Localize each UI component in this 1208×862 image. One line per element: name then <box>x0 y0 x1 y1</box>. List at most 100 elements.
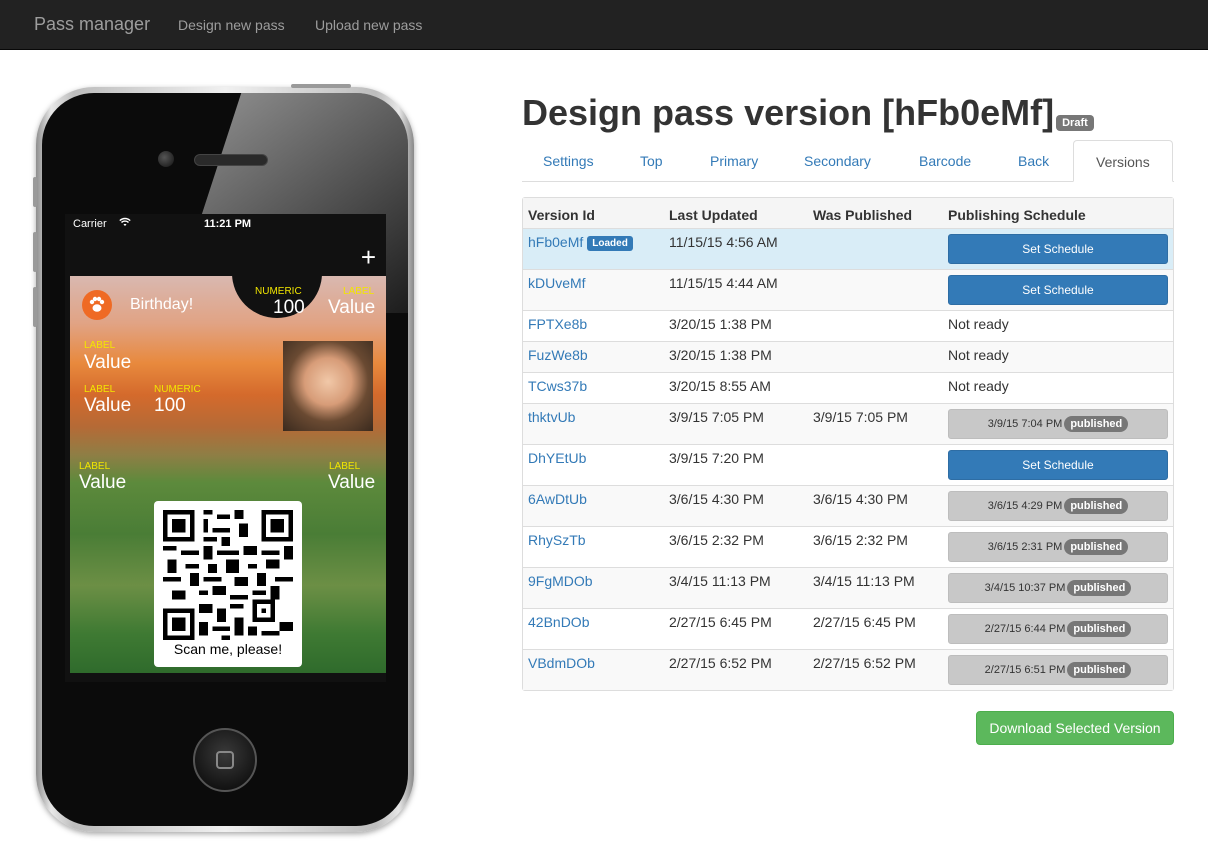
scheduled-publish-button[interactable]: 3/4/15 10:37 PM published <box>948 572 1168 603</box>
published-badge: published <box>1067 620 1132 637</box>
last-updated-cell: 3/6/15 2:32 PM <box>664 525 808 567</box>
auxiliary-label-1: LABEL <box>79 461 111 472</box>
carrier-label: Carrier <box>73 218 107 230</box>
version-id-link[interactable]: RhySzTb <box>528 532 586 548</box>
front-camera <box>158 151 174 167</box>
last-updated-cell: 2/27/15 6:52 PM <box>664 648 808 690</box>
secondary-label-2: NUMERIC <box>154 384 201 395</box>
table-row[interactable]: FPTXe8b 3/20/15 1:38 PM Not ready <box>523 309 1173 341</box>
nav-design-new-pass[interactable]: Design new pass <box>178 17 285 33</box>
version-id-link[interactable]: VBdmDOb <box>528 655 595 671</box>
published-badge: published <box>1064 497 1129 514</box>
pass-preview: Birthday! NUMERIC 100 LABEL Value LABEL … <box>70 276 386 673</box>
version-id-link[interactable]: DhYEtUb <box>528 450 586 466</box>
nav-upload-new-pass[interactable]: Upload new pass <box>315 17 422 33</box>
last-updated-cell: 3/9/15 7:20 PM <box>664 443 808 485</box>
header-label-numeric: NUMERIC <box>255 286 302 297</box>
version-id-link[interactable]: FPTXe8b <box>528 316 587 332</box>
tab-versions[interactable]: Versions <box>1073 140 1173 182</box>
was-published-cell <box>808 443 943 485</box>
tab-primary[interactable]: Primary <box>710 153 758 169</box>
was-published-cell: 2/27/15 6:52 PM <box>808 648 943 690</box>
design-tabs: Settings Top Primary Secondary Barcode B… <box>522 140 1174 182</box>
column-header-last-updated: Last Updated <box>664 198 808 228</box>
table-row[interactable]: FuzWe8b 3/20/15 1:38 PM Not ready <box>523 340 1173 372</box>
table-row[interactable]: 6AwDtUb 3/6/15 4:30 PM 3/6/15 4:30 PM 3/6/1… <box>523 484 1173 526</box>
schedule-date: 3/4/15 10:37 PM <box>984 581 1066 594</box>
wifi-icon <box>119 217 131 230</box>
loaded-badge: Loaded <box>587 235 633 251</box>
table-row[interactable]: thktvUb 3/9/15 7:05 PM 3/9/15 7:05 PM 3/9/1… <box>523 402 1173 444</box>
auxiliary-value-1: Value <box>79 472 127 493</box>
last-updated-cell: 3/20/15 8:55 AM <box>664 371 808 403</box>
download-selected-version-button[interactable]: Download Selected Version <box>976 711 1174 745</box>
tab-back[interactable]: Back <box>1018 153 1049 169</box>
scheduled-publish-button[interactable]: 3/6/15 2:31 PM published <box>948 531 1168 562</box>
pass-logo-text: Birthday! <box>130 296 194 313</box>
scheduled-publish-button[interactable]: 3/6/15 4:29 PM published <box>948 490 1168 521</box>
was-published-cell <box>808 340 943 372</box>
scheduled-publish-button[interactable]: 3/9/15 7:04 PM published <box>948 408 1168 439</box>
published-badge: published <box>1064 538 1129 555</box>
header-value: Value <box>328 297 376 318</box>
was-published-cell: 3/6/15 2:32 PM <box>808 525 943 567</box>
version-id-link[interactable]: 6AwDtUb <box>528 491 587 507</box>
set-schedule-button[interactable]: Set Schedule <box>948 274 1168 305</box>
version-id-link[interactable]: hFb0eMf <box>528 234 583 250</box>
header-label: LABEL <box>343 286 375 297</box>
table-row[interactable]: DhYEtUb 3/9/15 7:20 PM Set Schedule <box>523 443 1173 485</box>
version-id-link[interactable]: 42BnDOb <box>528 614 589 630</box>
column-header-was-published: Was Published <box>808 198 943 228</box>
was-published-cell <box>808 227 943 269</box>
header-value-numeric: 100 <box>273 297 305 318</box>
scheduled-publish-button[interactable]: 2/27/15 6:51 PM published <box>948 654 1168 685</box>
barcode-alt-text: Scan me, please! <box>173 641 283 657</box>
was-published-cell: 2/27/15 6:45 PM <box>808 607 943 649</box>
schedule-date: 3/6/15 2:31 PM <box>987 540 1063 553</box>
set-schedule-button[interactable]: Set Schedule <box>948 449 1168 480</box>
page-title-text: Design pass version [hFb0eMf] <box>522 92 1055 133</box>
schedule-status-cell: Not ready <box>943 309 1173 341</box>
set-schedule-button[interactable]: Set Schedule <box>948 233 1168 264</box>
version-id-link[interactable]: 9FgMDOb <box>528 573 593 589</box>
status-time: 11:21 PM <box>204 218 252 230</box>
barcode-card: Scan me, please! <box>154 501 302 667</box>
published-badge: published <box>1064 415 1129 432</box>
version-id-link[interactable]: FuzWe8b <box>528 347 588 363</box>
was-published-cell <box>808 309 943 341</box>
last-updated-cell: 3/20/15 1:38 PM <box>664 340 808 372</box>
thumbnail-photo <box>283 341 373 431</box>
brand-link[interactable]: Pass manager <box>34 14 150 35</box>
table-row[interactable]: 42BnDOb 2/27/15 6:45 PM 2/27/15 6:45 PM 2/2… <box>523 607 1173 649</box>
version-id-link[interactable]: thktvUb <box>528 409 575 425</box>
column-header-publishing-schedule: Publishing Schedule <box>943 198 1173 228</box>
add-pass-icon[interactable]: + <box>361 244 376 270</box>
last-updated-cell: 3/9/15 7:05 PM <box>664 402 808 444</box>
table-row[interactable]: RhySzTb 3/6/15 2:32 PM 3/6/15 2:32 PM 3/6/1… <box>523 525 1173 567</box>
was-published-cell <box>808 268 943 310</box>
phone-front: Carrier 11:21 PM + Birthday! NUMERIC 100… <box>42 93 408 826</box>
last-updated-cell: 11/15/15 4:44 AM <box>664 268 808 310</box>
top-navbar: Pass manager Design new pass Upload new … <box>0 0 1208 50</box>
schedule-date: 3/6/15 4:29 PM <box>987 499 1063 512</box>
table-row[interactable]: VBdmDOb 2/27/15 6:52 PM 2/27/15 6:52 PM 2/2… <box>523 648 1173 690</box>
table-header-row: Version Id Last Updated Was Published Pu… <box>523 198 1173 228</box>
qr-code-icon <box>163 510 293 640</box>
table-row[interactable]: TCws37b 3/20/15 8:55 AM Not ready <box>523 371 1173 403</box>
tab-secondary[interactable]: Secondary <box>804 153 871 169</box>
tab-barcode[interactable]: Barcode <box>919 153 971 169</box>
tab-settings[interactable]: Settings <box>543 153 594 169</box>
secondary-label-1: LABEL <box>84 384 116 395</box>
version-id-link[interactable]: kDUveMf <box>528 275 586 291</box>
published-badge: published <box>1067 661 1132 678</box>
phone-preview: Carrier 11:21 PM + Birthday! NUMERIC 100… <box>33 84 414 832</box>
tab-top[interactable]: Top <box>640 153 663 169</box>
table-row[interactable]: 9FgMDOb 3/4/15 11:13 PM 3/4/15 11:13 PM 3/4… <box>523 566 1173 608</box>
scheduled-publish-button[interactable]: 2/27/15 6:44 PM published <box>948 613 1168 644</box>
table-row[interactable]: hFb0eMf Loaded 11/15/15 4:56 AM Set Schedul… <box>523 227 1173 269</box>
schedule-date: 2/27/15 6:44 PM <box>984 622 1066 635</box>
column-header-version-id: Version Id <box>523 198 664 228</box>
mute-switch <box>33 177 37 207</box>
version-id-link[interactable]: TCws37b <box>528 378 587 394</box>
table-row[interactable]: kDUveMf 11/15/15 4:44 AM Set Schedule <box>523 268 1173 310</box>
